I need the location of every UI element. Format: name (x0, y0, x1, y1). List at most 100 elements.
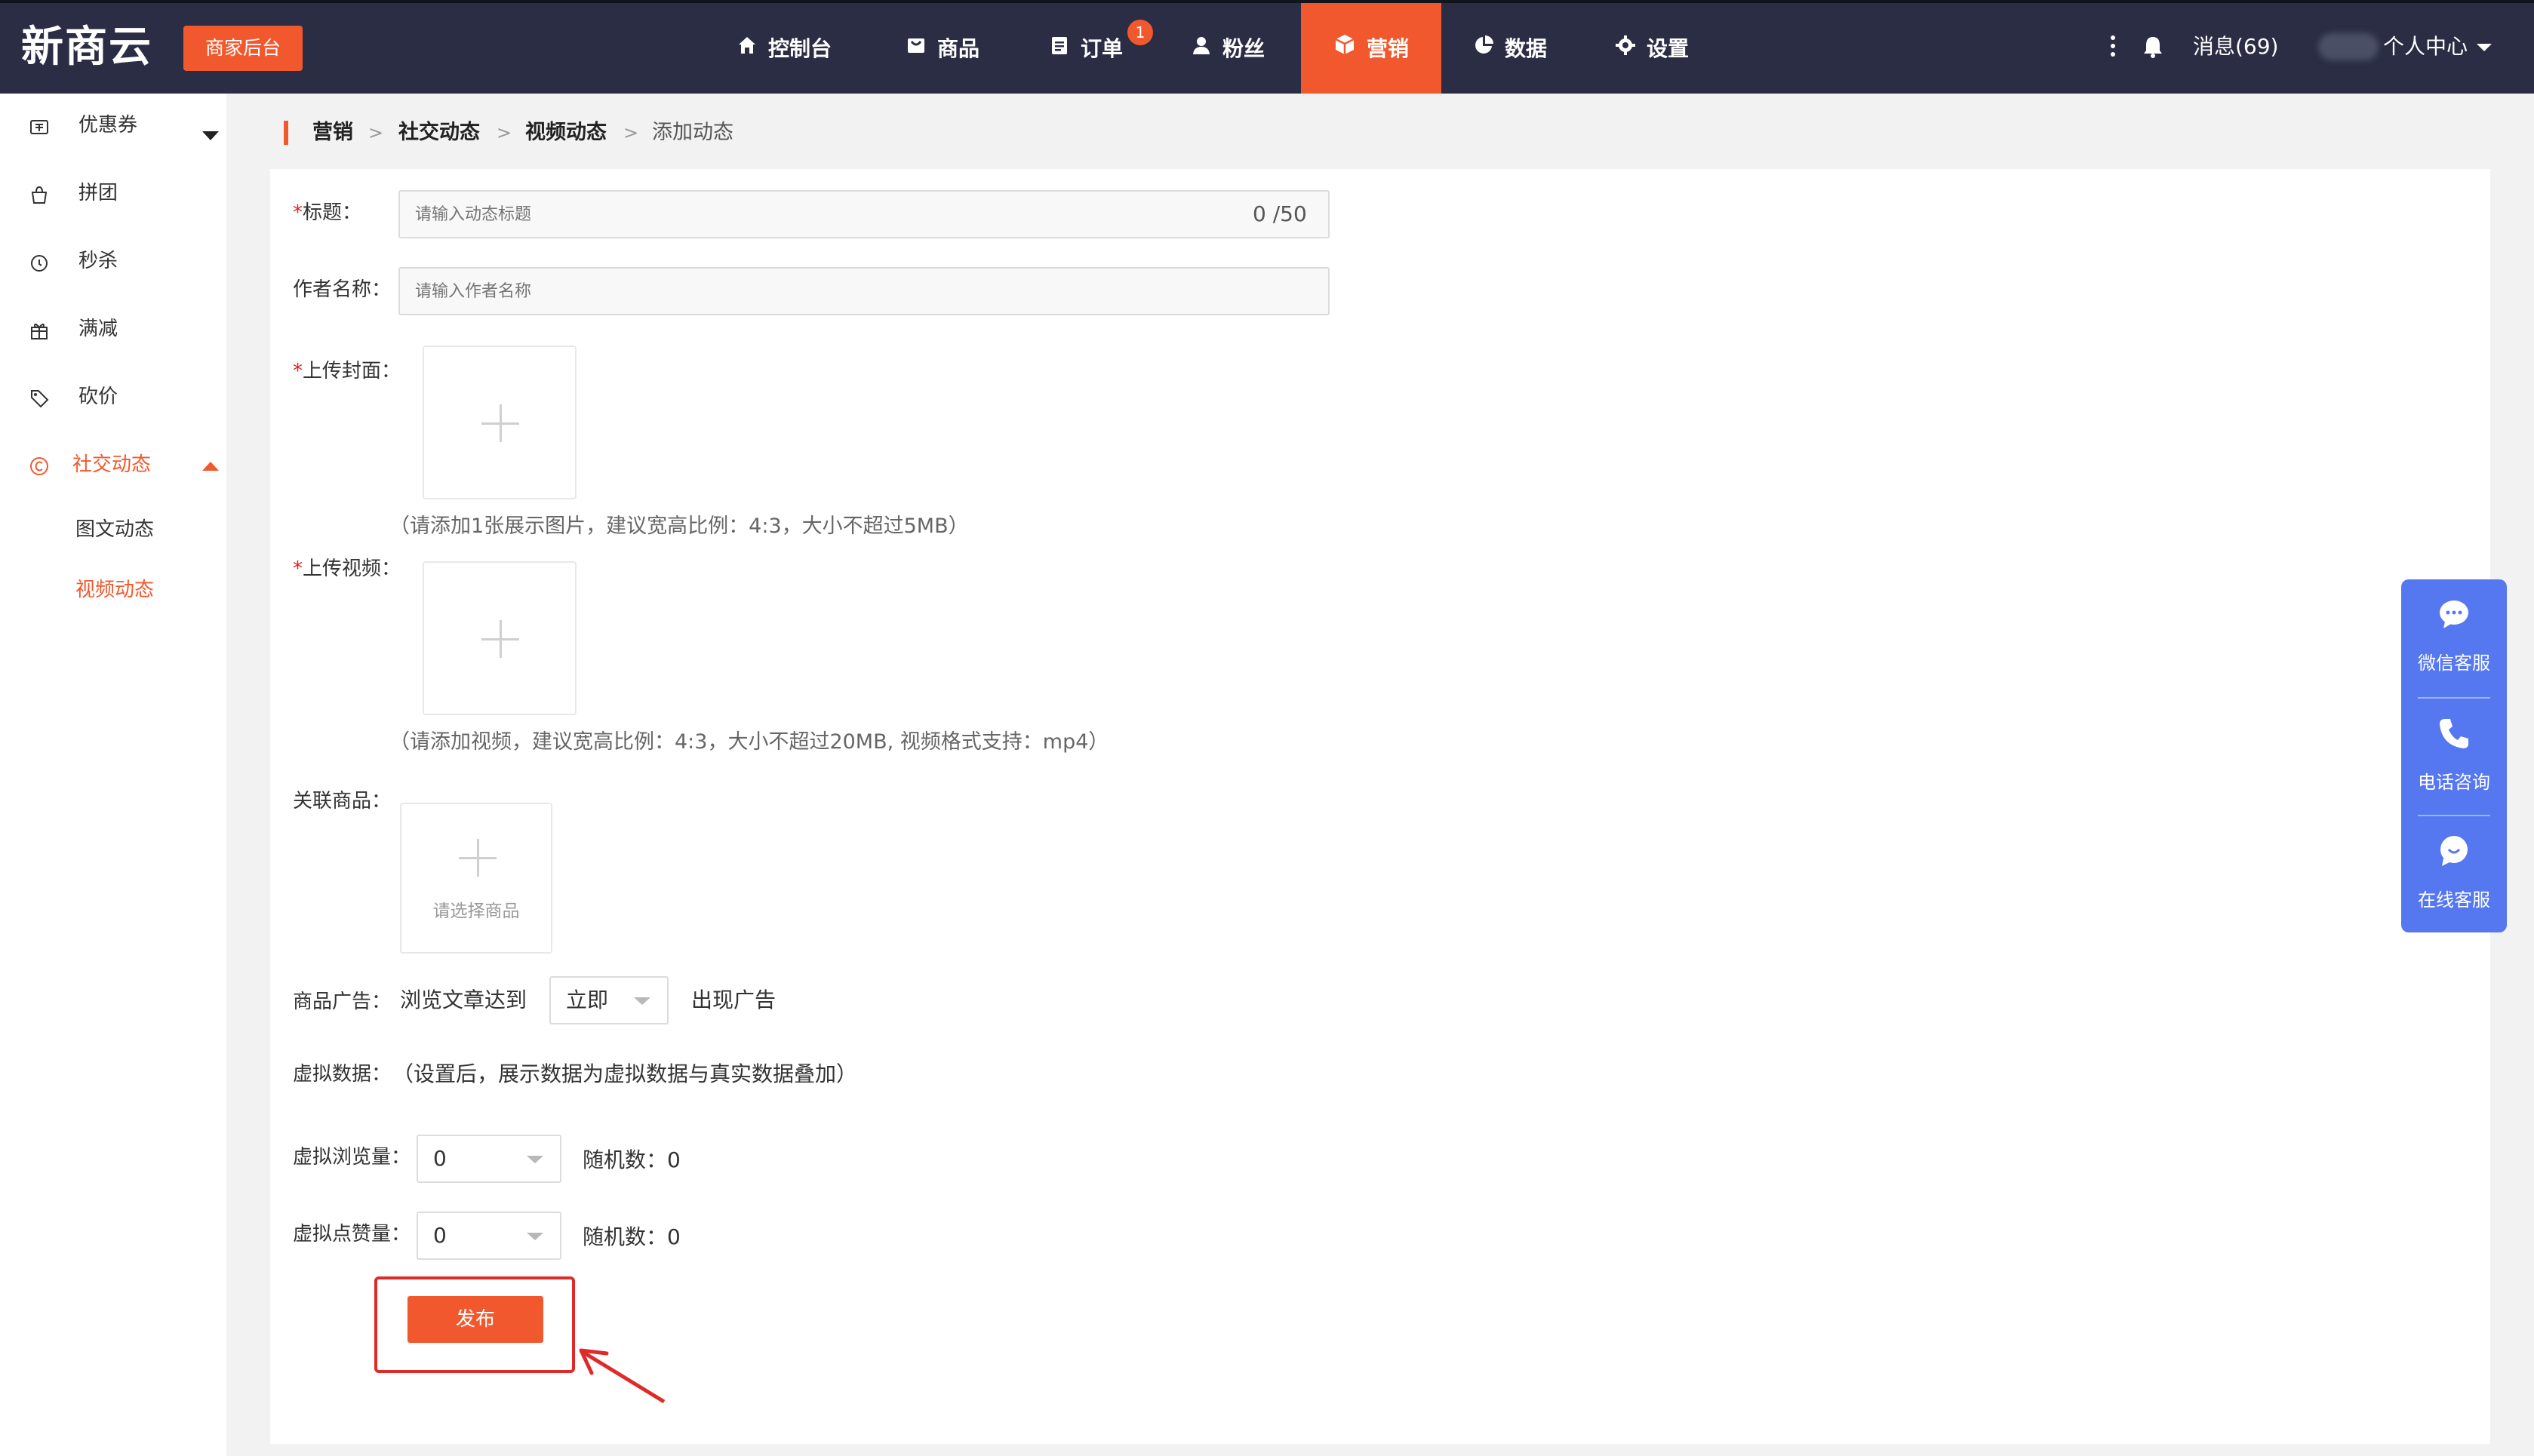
video-hint: （请添加视频，建议宽高比例：4:3，大小不超过20MB, 视频格式支持：mp4） (389, 730, 1109, 754)
caret-up-icon[interactable] (202, 462, 219, 471)
user-center-link[interactable]: 个人中心 (2383, 32, 2468, 62)
avatar[interactable] (2318, 33, 2379, 60)
virtual-likes-random: 随机数：0 (583, 1224, 681, 1249)
phone-consult-label: 电话咨询 (2418, 772, 2490, 793)
chat-bubble-icon (2437, 834, 2471, 868)
pie-chart-icon (1473, 4, 1494, 94)
virtual-views-value: 0 (433, 1146, 447, 1171)
sidebar-item-label: 砍价 (78, 386, 118, 408)
nav-item-marketing[interactable]: 营销 (1301, 3, 1441, 94)
cover-hint: （请添加1张展示图片，建议宽高比例：4:3，大小不超过5MB） (389, 515, 969, 538)
select-product-box[interactable]: 请选择商品 (400, 803, 552, 954)
cube-icon (1333, 4, 1356, 94)
logo[interactable]: 新商云 (21, 23, 152, 72)
breadcrumb-item[interactable]: 营销 (312, 118, 353, 148)
wechat-service-button[interactable]: 微信客服 (2401, 579, 2507, 697)
virtual-data-label: 虚拟数据： (293, 1063, 392, 1086)
chevron-down-icon[interactable] (2477, 44, 2492, 51)
wechat-service-label: 微信客服 (2418, 653, 2490, 674)
sidebar-item-label: 优惠券 (78, 114, 138, 137)
sidebar: 优惠券 拼团 秒杀 满减 砍价 社交动态 图文动态 视频动态 (0, 94, 226, 1456)
cover-upload-box[interactable] (423, 346, 577, 499)
required-mark: * (293, 360, 303, 382)
ad-suffix-text: 出现广告 (691, 988, 776, 1012)
required-mark: * (293, 201, 303, 224)
chevron-down-icon (634, 997, 650, 1005)
sidebar-item-coupon[interactable]: 优惠券 (0, 103, 226, 148)
sidebar-item-flash-sale[interactable]: 秒杀 (0, 238, 226, 284)
form-panel (270, 169, 2490, 1444)
related-products-label: 关联商品： (293, 790, 392, 812)
virtual-likes-select[interactable]: 0 (417, 1212, 561, 1260)
author-input[interactable] (398, 267, 1330, 315)
ad-trigger-value: 立即 (566, 988, 609, 1012)
virtual-views-random: 随机数：0 (583, 1147, 681, 1172)
video-upload-box[interactable] (423, 561, 577, 715)
sidebar-subitem-image-text[interactable]: 图文动态 (75, 516, 154, 543)
gift-icon (29, 320, 50, 341)
nav-item-fans[interactable]: 粉丝 (1186, 3, 1269, 94)
nav-label: 粉丝 (1222, 36, 1265, 61)
video-label: *上传视频： (293, 554, 401, 584)
nav-label: 数据 (1504, 36, 1547, 61)
nav-item-data[interactable]: 数据 (1468, 3, 1551, 94)
virtual-likes-value: 0 (433, 1223, 447, 1248)
title-label-text: 标题： (303, 201, 362, 224)
merchant-backend-badge[interactable]: 商家后台 (183, 26, 303, 71)
nav-label: 商品 (936, 36, 979, 61)
ad-trigger-select[interactable]: 立即 (549, 976, 669, 1024)
sidebar-item-label: 秒杀 (78, 250, 118, 272)
sidebar-item-label: 社交动态 (72, 453, 152, 476)
caret-down-icon[interactable] (202, 131, 219, 140)
required-mark: * (293, 558, 303, 580)
nav-item-products[interactable]: 商品 (901, 3, 984, 94)
breadcrumb-separator: > (368, 122, 384, 143)
sidebar-item-label: 拼团 (78, 182, 118, 204)
order-count-badge: 1 (1127, 20, 1153, 45)
ad-prefix-text: 浏览文章达到 (400, 988, 527, 1012)
breadcrumb-item[interactable]: 社交动态 (398, 118, 480, 148)
title-input[interactable] (398, 190, 1330, 238)
app-root: 新商云 商家后台 控制台 商品 订单 1 粉丝 营销 数据 设置 消息(69) … (0, 0, 2534, 1456)
online-service-button[interactable]: 在线客服 (2401, 816, 2507, 934)
plus-icon (500, 404, 502, 442)
publish-button[interactable]: 发布 (407, 1296, 543, 1343)
nav-item-orders[interactable]: 订单 (1044, 3, 1127, 94)
bell-icon[interactable] (2142, 35, 2164, 62)
sidebar-item-discount[interactable]: 满减 (0, 306, 226, 352)
product-ad-label: 商品广告： (293, 991, 392, 1013)
customer-service-panel: 微信客服 电话咨询 在线客服 (2401, 579, 2507, 932)
nav-item-settings[interactable]: 设置 (1610, 3, 1693, 94)
nav-item-dashboard[interactable]: 控制台 (737, 3, 832, 94)
gear-icon (1615, 4, 1636, 94)
user-icon (1191, 4, 1212, 94)
product-icon (906, 4, 927, 94)
plus-icon (477, 839, 479, 877)
sidebar-item-social[interactable]: 社交动态 (0, 442, 226, 487)
sidebar-subitem-video[interactable]: 视频动态 (75, 576, 154, 604)
virtual-views-select[interactable]: 0 (417, 1135, 561, 1183)
virtual-data-note: （设置后，展示数据为虚拟数据与真实数据叠加） (392, 1061, 858, 1086)
sidebar-item-bargain[interactable]: 砍价 (0, 374, 226, 419)
plus-icon (500, 620, 502, 658)
tag-icon (29, 388, 50, 409)
title-label: *标题： (293, 198, 361, 228)
breadcrumb-separator: > (497, 122, 512, 143)
chevron-down-icon (527, 1156, 543, 1163)
coupon-icon (29, 116, 50, 137)
cover-label: *上传封面： (293, 356, 401, 386)
select-product-text: 请选择商品 (432, 902, 520, 921)
sidebar-item-group-buy[interactable]: 拼团 (0, 170, 226, 216)
phone-icon (2437, 717, 2471, 750)
breadcrumb-item[interactable]: 视频动态 (525, 118, 607, 148)
chevron-down-icon (527, 1233, 543, 1240)
breadcrumb-accent-bar (284, 121, 288, 145)
phone-consult-button[interactable]: 电话咨询 (2401, 699, 2507, 816)
messages-link[interactable]: 消息(69) (2193, 32, 2278, 62)
breadcrumb-current: 添加动态 (652, 121, 733, 144)
annotation-arrow-icon (579, 1348, 666, 1404)
online-service-label: 在线客服 (2418, 889, 2490, 911)
social-icon (29, 456, 50, 477)
virtual-likes-label: 虚拟点赞量： (293, 1223, 411, 1246)
more-vertical-icon[interactable] (2107, 33, 2119, 60)
